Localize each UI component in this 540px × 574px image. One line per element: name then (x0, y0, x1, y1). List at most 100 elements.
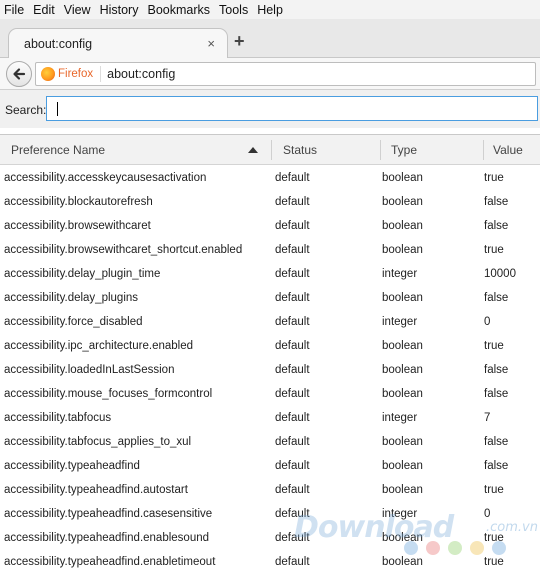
pref-value: true (484, 172, 504, 184)
pref-name: accessibility.blockautorefresh (4, 196, 153, 208)
new-tab-button[interactable]: + (234, 31, 245, 52)
watermark-dot (404, 541, 418, 555)
pref-value: 0 (484, 316, 491, 328)
pref-name: accessibility.typeaheadfind (4, 460, 140, 472)
column-divider[interactable] (271, 140, 272, 160)
pref-type: boolean (382, 436, 423, 448)
pref-name: accessibility.tabfocus_applies_to_xul (4, 436, 192, 448)
table-row[interactable]: accessibility.tabfocus_applies_to_xul def… (0, 430, 540, 454)
tab-about-config[interactable]: about:config × (8, 28, 228, 59)
pref-value: false (484, 460, 509, 472)
column-divider[interactable] (380, 140, 381, 160)
pref-value: false (484, 364, 509, 376)
pref-name: accessibility.typeaheadfind.enablesound (4, 532, 210, 544)
menu-file[interactable]: File (4, 3, 24, 17)
pref-status: default (275, 316, 310, 328)
navigation-bar: Firefox about:config (0, 58, 540, 90)
pref-type: boolean (382, 388, 423, 400)
table-row[interactable]: accessibility.ipc_architecture.enabled de… (0, 334, 540, 358)
menu-view[interactable]: View (64, 3, 91, 17)
firefox-logo-icon (41, 67, 55, 81)
pref-status: default (275, 340, 310, 352)
pref-name: accessibility.browsewithcaret_shortcut.e… (4, 244, 243, 256)
column-divider[interactable] (483, 140, 484, 160)
table-row[interactable]: accessibility.delay_plugins default boolea… (0, 286, 540, 310)
column-header-value[interactable]: Value (493, 135, 523, 165)
menu-history[interactable]: History (100, 3, 139, 17)
table-row[interactable]: accessibility.typeaheadfind.casesensitiv… (0, 502, 540, 526)
watermark-dot (448, 541, 462, 555)
pref-status: default (275, 244, 310, 256)
pref-status: default (275, 220, 310, 232)
column-header-status[interactable]: Status (283, 135, 317, 165)
pref-type: boolean (382, 220, 423, 232)
watermark-suffix: .com.vn (486, 520, 538, 535)
pref-status: default (275, 484, 310, 496)
pref-type: boolean (382, 340, 423, 352)
pref-type: integer (382, 316, 418, 328)
column-header-preference-name[interactable]: Preference Name (11, 135, 105, 165)
pref-value: false (484, 220, 509, 232)
pref-value: false (484, 388, 509, 400)
table-body: accessibility.accesskeycausesactivation d… (0, 165, 540, 574)
table-row[interactable]: accessibility.loadedInLastSession default… (0, 358, 540, 382)
pref-type: boolean (382, 364, 423, 376)
search-input[interactable] (46, 96, 538, 121)
table-row[interactable]: accessibility.browsewithcaret_shortcut.e… (0, 238, 540, 262)
pref-value: 7 (484, 412, 491, 424)
table-row[interactable]: accessibility.delay_plugin_time default in… (0, 262, 540, 286)
menu-help[interactable]: Help (257, 3, 283, 17)
pref-name: accessibility.loadedInLastSession (4, 364, 175, 376)
pref-status: default (275, 196, 310, 208)
pref-value: true (484, 244, 504, 256)
pref-status: default (275, 292, 310, 304)
pref-value: false (484, 196, 509, 208)
watermark-dots (404, 541, 514, 555)
pref-type: integer (382, 412, 418, 424)
table-row[interactable]: accessibility.accesskeycausesactivation d… (0, 166, 540, 190)
pref-status: default (275, 388, 310, 400)
pref-name: accessibility.typeaheadfind.enabletimeou… (4, 556, 216, 568)
pref-name: accessibility.force_disabled (4, 316, 143, 328)
pref-type: boolean (382, 196, 423, 208)
tab-title: about:config (24, 37, 93, 51)
sort-ascending-icon (248, 147, 258, 153)
table-row[interactable]: accessibility.mouse_focuses_formcontrol d… (0, 382, 540, 406)
pref-name: accessibility.delay_plugins (4, 292, 139, 304)
table-row[interactable]: accessibility.typeaheadfind.autostart def… (0, 478, 540, 502)
pref-name: accessibility.accesskeycausesactivation (4, 172, 207, 184)
pref-name: accessibility.typeaheadfind.casesensitiv… (4, 508, 213, 520)
watermark-dot (492, 541, 506, 555)
pref-status: default (275, 412, 310, 424)
table-row[interactable]: accessibility.browsewithcaret default bool… (0, 214, 540, 238)
search-label: Search: (5, 103, 47, 117)
menu-tools[interactable]: Tools (219, 3, 248, 17)
table-row[interactable]: accessibility.force_disabled default integ… (0, 310, 540, 334)
menu-edit[interactable]: Edit (33, 3, 55, 17)
menu-bookmarks[interactable]: Bookmarks (147, 3, 210, 17)
pref-type: boolean (382, 172, 423, 184)
pref-type: integer (382, 268, 418, 280)
pref-value: true (484, 340, 504, 352)
pref-name: accessibility.mouse_focuses_formcontrol (4, 388, 213, 400)
back-arrow-icon (13, 68, 26, 80)
watermark-text: Download (294, 510, 454, 545)
identity-box[interactable]: Firefox (41, 66, 102, 82)
menu-bar: File Edit View History Bookmarks Tools H… (0, 0, 540, 19)
table-row[interactable]: accessibility.typeaheadfind default boolea… (0, 454, 540, 478)
pref-name: accessibility.ipc_architecture.enabled (4, 340, 193, 352)
pref-status: default (275, 364, 310, 376)
back-button[interactable] (6, 61, 32, 87)
pref-value: 10000 (484, 268, 516, 280)
close-tab-icon[interactable]: × (207, 36, 215, 51)
watermark-dot (470, 541, 484, 555)
pref-status: default (275, 268, 310, 280)
pref-name: accessibility.delay_plugin_time (4, 268, 161, 280)
table-row[interactable]: accessibility.tabfocus default integer 7 (0, 406, 540, 430)
url-bar[interactable]: Firefox about:config (35, 62, 536, 86)
column-header-type[interactable]: Type (391, 135, 417, 165)
pref-type: boolean (382, 244, 423, 256)
pref-status: default (275, 172, 310, 184)
search-row: Search: (0, 90, 540, 128)
table-row[interactable]: accessibility.blockautorefresh default boo… (0, 190, 540, 214)
